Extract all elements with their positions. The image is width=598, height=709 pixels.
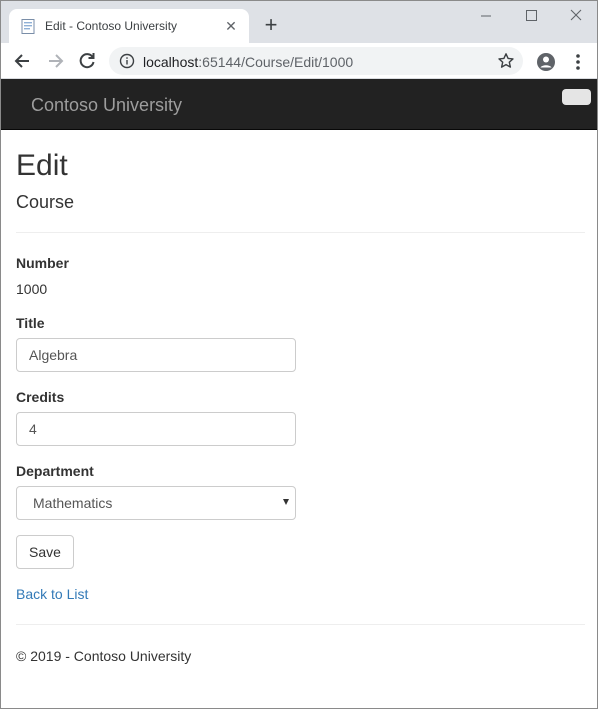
department-label: Department: [16, 463, 94, 479]
site-navbar: Contoso University: [1, 79, 597, 130]
page-subtitle: Course: [16, 192, 75, 212]
info-icon[interactable]: [119, 53, 135, 69]
url-text[interactable]: localhost:65144/Course/Edit/1000: [143, 54, 353, 70]
address-bar[interactable]: localhost:65144/Course/Edit/1000: [109, 47, 523, 75]
navbar-brand[interactable]: Contoso University: [31, 95, 182, 116]
more-vert-icon[interactable]: [569, 52, 587, 72]
credits-input[interactable]: 4: [16, 412, 296, 446]
save-button[interactable]: Save: [16, 535, 74, 569]
tab-strip: Edit - Contoso University ✕ +: [1, 1, 597, 43]
number-value: 1000: [16, 281, 48, 297]
browser-toolbar: localhost:65144/Course/Edit/1000: [1, 43, 597, 79]
reload-icon[interactable]: [76, 50, 98, 72]
browser-window: Edit - Contoso University ✕ + localhost:…: [0, 0, 598, 709]
back-to-list-link[interactable]: Back to List: [16, 586, 88, 602]
new-tab-button[interactable]: +: [260, 14, 282, 36]
close-window-icon[interactable]: [561, 5, 591, 27]
number-label: Number: [16, 255, 69, 271]
divider: [16, 624, 585, 625]
url-path: :65144/Course/Edit/1000: [198, 54, 354, 70]
account-circle-icon[interactable]: [536, 52, 556, 72]
star-icon[interactable]: [497, 52, 515, 70]
title-input[interactable]: Algebra: [16, 338, 296, 372]
navbar-toggle-button[interactable]: [562, 89, 591, 105]
divider: [16, 232, 585, 233]
department-selected-value: Mathematics: [33, 495, 113, 511]
footer-copyright: © 2019 - Contoso University: [16, 648, 192, 664]
close-tab-icon[interactable]: ✕: [223, 18, 239, 34]
dropdown-arrow-icon: [283, 499, 289, 505]
url-host: localhost: [143, 54, 199, 70]
maximize-icon[interactable]: [516, 5, 546, 27]
tab-title: Edit - Contoso University: [45, 19, 178, 33]
arrow-left-icon[interactable]: [12, 50, 34, 72]
department-select[interactable]: Mathematics: [16, 486, 296, 520]
page-icon: [21, 19, 35, 34]
arrow-right-icon[interactable]: [44, 50, 66, 72]
minimize-icon[interactable]: [471, 5, 501, 27]
credits-label: Credits: [16, 389, 65, 405]
title-label: Title: [16, 315, 45, 331]
browser-tab[interactable]: Edit - Contoso University ✕: [9, 9, 249, 43]
page-title: Edit: [16, 149, 68, 182]
